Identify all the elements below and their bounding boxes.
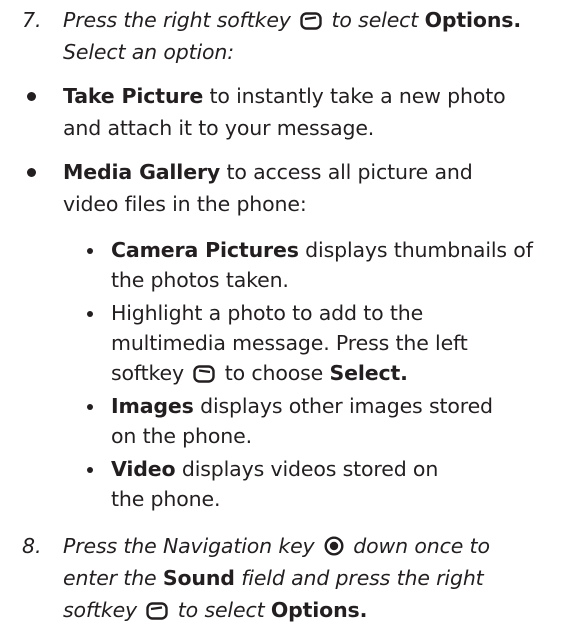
- step8-line3-post: to select: [177, 598, 265, 622]
- sub4-bold: Video: [111, 457, 176, 481]
- step8-line3-bold: Options.: [270, 598, 368, 622]
- sub-bullet-marker: [87, 311, 93, 317]
- sub3-line2: on the phone.: [111, 424, 252, 448]
- bullet1-bold: Take Picture: [63, 84, 204, 108]
- sub2-line3-pre: softkey: [111, 361, 184, 385]
- sub2-line2: multimedia message. Press the left: [111, 331, 468, 355]
- sub-bullet-marker: [87, 248, 93, 254]
- left-softkey-icon: [193, 365, 216, 383]
- navigation-key-icon: [324, 536, 344, 556]
- sub4-line1: Video displays videos stored on: [111, 453, 438, 485]
- step7-line1: Press the right softkey to select Option…: [63, 4, 521, 36]
- right-softkey-icon: [146, 602, 169, 620]
- sub2-line3-post: to choose: [224, 361, 324, 385]
- step8-line3: softkey to select Options.: [63, 594, 367, 626]
- sub3-text: displays other images stored: [200, 394, 493, 418]
- step7-text-post: to select: [331, 8, 419, 32]
- bullet2-text: to access all picture and: [226, 160, 473, 184]
- sub4-text: displays videos stored on: [181, 457, 439, 481]
- step7-line2: Select an option:: [63, 40, 235, 64]
- sub3-line1: Images displays other images stored: [111, 390, 493, 422]
- bullet2-line2: video files in the phone:: [63, 192, 307, 216]
- sub1-line2: the photos taken.: [111, 268, 289, 292]
- bullet-marker: [27, 92, 36, 101]
- sub4-line2: the phone.: [111, 487, 221, 511]
- step8-line2-pre: enter the: [63, 566, 157, 590]
- step8-line2-post: field and press the right: [241, 566, 484, 590]
- bullet1-line1: Take Picture to instantly take a new pho…: [63, 80, 506, 112]
- bullet1-line2: and attach it to your message.: [63, 116, 375, 140]
- sub2-line3: softkey to choose Select.: [111, 357, 408, 389]
- step8-line2-bold: Sound: [162, 566, 235, 590]
- step-number: 7.: [22, 8, 42, 32]
- step-number: 8.: [22, 534, 42, 558]
- step7-bold: Options.: [424, 8, 522, 32]
- step8-line2: enter the Sound field and press the righ…: [63, 562, 484, 594]
- bullet2-line1: Media Gallery to access all picture and: [63, 156, 473, 188]
- sub1-bold: Camera Pictures: [111, 238, 299, 262]
- sub-bullet-marker: [87, 467, 93, 473]
- sub3-bold: Images: [111, 394, 194, 418]
- bullet1-text: to instantly take a new photo: [209, 84, 506, 108]
- sub2-line3-bold: Select.: [329, 361, 408, 385]
- step8-line1: Press the Navigation key down once to: [63, 530, 490, 562]
- sub1-text: displays thumbnails of: [305, 238, 533, 262]
- right-softkey-icon: [300, 12, 322, 30]
- bullet-marker: [27, 168, 36, 177]
- step7-text-pre: Press the right softkey: [63, 8, 291, 32]
- sub-bullet-marker: [87, 404, 93, 410]
- step8-line3-pre: softkey: [63, 598, 138, 622]
- sub1-line1: Camera Pictures displays thumbnails of: [111, 234, 533, 266]
- bullet2-bold: Media Gallery: [63, 160, 221, 184]
- step8-text-post: down once to: [353, 534, 490, 558]
- sub2-line1: Highlight a photo to add to the: [111, 301, 424, 325]
- step8-text-pre: Press the Navigation key: [63, 534, 315, 558]
